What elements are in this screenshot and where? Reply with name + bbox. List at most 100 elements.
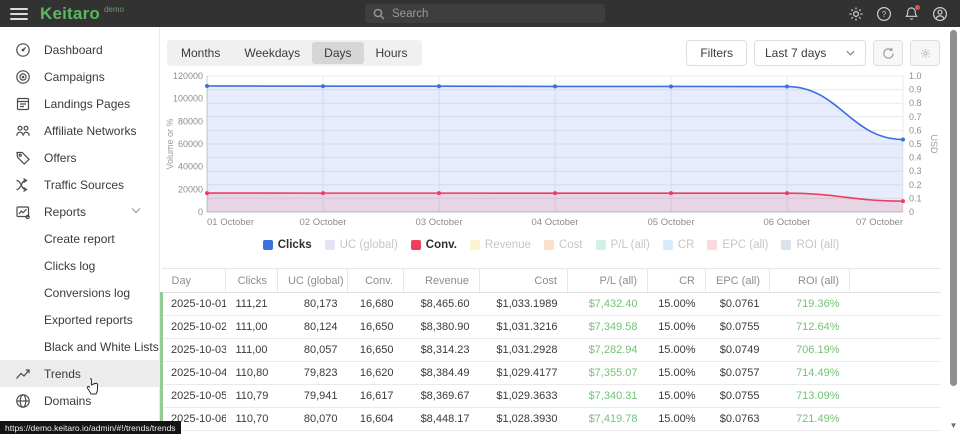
- sidebar-item-dashboard[interactable]: Dashboard: [0, 36, 159, 63]
- svg-text:USD: USD: [929, 134, 939, 154]
- settings-gear-icon[interactable]: [847, 5, 864, 22]
- cell-cost: $1,029.3633: [480, 385, 568, 408]
- sidebar-item-clicks-log[interactable]: Clicks log: [0, 252, 159, 279]
- cell-filler: [850, 431, 942, 434]
- legend-swatch: [263, 240, 273, 250]
- sidebar-item-label: Affiliate Networks: [44, 124, 136, 138]
- column-header-roi-all-[interactable]: ROI (all): [770, 269, 850, 293]
- sidebar-item-create-report[interactable]: Create report: [0, 225, 159, 252]
- sidebar-item-trends[interactable]: Trends: [0, 360, 159, 387]
- svg-text:0.9: 0.9: [909, 85, 922, 95]
- tab-months[interactable]: Months: [169, 42, 232, 64]
- legend-item-roi-all-[interactable]: ROI (all): [781, 239, 839, 251]
- cell-day: 2025-10-02: [162, 316, 226, 339]
- demo-badge: demo: [104, 5, 124, 14]
- legend-item-cost[interactable]: Cost: [544, 239, 583, 251]
- scrollbar-down-arrow[interactable]: ▼: [949, 421, 958, 430]
- granularity-tabs: MonthsWeekdaysDaysHours: [167, 40, 422, 66]
- legend-item-epc-all-[interactable]: EPC (all): [707, 239, 768, 251]
- cell-filler: [850, 316, 942, 339]
- sidebar-item-exported-reports[interactable]: Exported reports: [0, 306, 159, 333]
- tab-weekdays[interactable]: Weekdays: [232, 42, 312, 64]
- column-header-p-l-all-[interactable]: P/L (all): [568, 269, 648, 293]
- sidebar-item-landings-pages[interactable]: Landings Pages: [0, 90, 159, 117]
- svg-text:0.7: 0.7: [909, 112, 922, 122]
- legend-label: Conv.: [426, 239, 457, 251]
- cell-revenue: $8,380.90: [404, 316, 480, 339]
- offers-icon: [15, 150, 31, 166]
- cell-p-l-all-: $7,340.31: [568, 385, 648, 408]
- column-header-revenue[interactable]: Revenue: [404, 269, 480, 293]
- svg-text:100000: 100000: [173, 94, 203, 104]
- profile-avatar-icon[interactable]: [931, 5, 948, 22]
- table-row: 2025-10-05110,7979,94116,617$8,369.67$1,…: [162, 385, 942, 408]
- tab-hours[interactable]: Hours: [364, 42, 420, 64]
- cell-cost: $1,028.3930: [480, 408, 568, 431]
- cell-filler: [850, 293, 942, 316]
- svg-text:0.5: 0.5: [909, 139, 922, 149]
- svg-text:07 October: 07 October: [856, 217, 903, 228]
- legend-item-conv-[interactable]: Conv.: [411, 239, 457, 251]
- sidebar-item-label: Offers: [44, 151, 76, 165]
- refresh-button[interactable]: [873, 40, 903, 66]
- search-input[interactable]: [392, 8, 592, 20]
- cell-clicks: 111,00: [226, 339, 278, 362]
- traffic-icon: [15, 177, 31, 193]
- legend-item-revenue[interactable]: Revenue: [470, 239, 531, 251]
- search-box[interactable]: [365, 4, 605, 23]
- legend-swatch: [470, 240, 480, 250]
- sidebar-item-offers[interactable]: Offers: [0, 144, 159, 171]
- svg-text:01 October: 01 October: [207, 217, 254, 228]
- sidebar-item-affiliate-networks[interactable]: Affiliate Networks: [0, 117, 159, 144]
- svg-text:1.0: 1.0: [909, 71, 922, 81]
- sidebar-item-label: Domains: [44, 394, 91, 408]
- sidebar-item-conversions-log[interactable]: Conversions log: [0, 279, 159, 306]
- column-header-uc-global-[interactable]: UC (global): [278, 269, 348, 293]
- column-header-epc-all-[interactable]: EPC (all): [706, 269, 770, 293]
- notifications-bell-icon[interactable]: [903, 5, 920, 22]
- sidebar-item-label: Clicks log: [44, 259, 95, 273]
- sidebar-item-reports[interactable]: Reports: [0, 198, 159, 225]
- cell-cost: $1,028.3930: [480, 431, 568, 434]
- legend-label: P/L (all): [611, 239, 650, 251]
- cell-cr: 15.00%: [648, 385, 706, 408]
- legend-item-p-l-all-[interactable]: P/L (all): [596, 239, 650, 251]
- help-icon[interactable]: ?: [875, 5, 892, 22]
- cell-cr: 15.00%: [648, 431, 706, 434]
- domains-icon: [15, 393, 31, 409]
- app-logo[interactable]: Keitaro: [40, 4, 100, 24]
- filters-button[interactable]: Filters: [686, 40, 747, 66]
- chart-settings-button[interactable]: [910, 40, 940, 66]
- column-header-day[interactable]: Day: [162, 269, 226, 293]
- date-range-select[interactable]: Last 7 days: [754, 40, 866, 66]
- cell-uc-global-: 80,070: [278, 431, 348, 434]
- cell-conv-: 16,650: [348, 339, 404, 362]
- cell-roi-all-: 713.09%: [770, 385, 850, 408]
- svg-text:80000: 80000: [178, 116, 203, 126]
- column-header-cr[interactable]: CR: [648, 269, 706, 293]
- sidebar-item-traffic-sources[interactable]: Traffic Sources: [0, 171, 159, 198]
- legend-item-cr[interactable]: CR: [663, 239, 695, 251]
- notification-dot: [915, 5, 920, 10]
- column-header-clicks[interactable]: Clicks: [226, 269, 278, 293]
- topbar: Keitaro demo ?: [0, 0, 960, 27]
- sidebar-item-domains[interactable]: Domains: [0, 387, 159, 414]
- sidebar-item-campaigns[interactable]: Campaigns: [0, 63, 159, 90]
- sidebar-item-label: Create report: [44, 232, 115, 246]
- sidebar-item-label: Campaigns: [44, 70, 105, 84]
- cell-revenue: $8,465.60: [404, 293, 480, 316]
- column-header-cost[interactable]: Cost: [480, 269, 568, 293]
- scrollbar-thumb[interactable]: [950, 30, 957, 386]
- tab-days[interactable]: Days: [312, 42, 363, 64]
- svg-text:20000: 20000: [178, 184, 203, 194]
- cell-epc-all-: $0.0763: [706, 431, 770, 434]
- sidebar-item-label: Landings Pages: [44, 97, 130, 111]
- legend-item-clicks[interactable]: Clicks: [263, 239, 312, 251]
- legend-item-uc-global-[interactable]: UC (global): [325, 239, 398, 251]
- svg-text:0.4: 0.4: [909, 153, 922, 163]
- topbar-icons: ?: [847, 0, 948, 27]
- sidebar-item-black-and-white-lists[interactable]: Black and White Lists: [0, 333, 159, 360]
- column-header-conv-[interactable]: Conv.: [348, 269, 404, 293]
- hamburger-menu-icon[interactable]: [10, 8, 28, 20]
- cell-conv-: 16,617: [348, 385, 404, 408]
